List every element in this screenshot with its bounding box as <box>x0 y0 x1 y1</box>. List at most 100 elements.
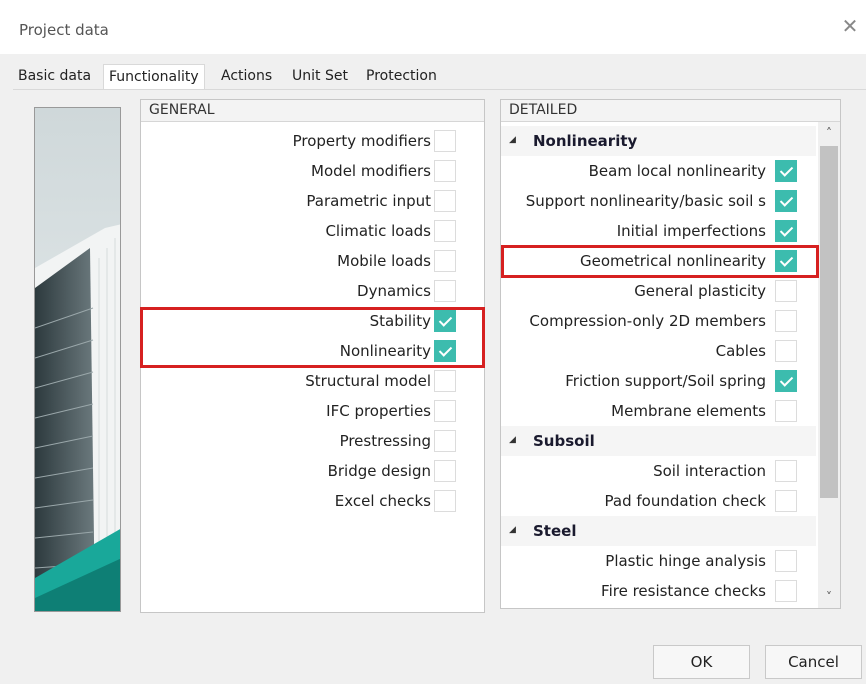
general-item-dynamics[interactable]: Dynamics <box>141 276 431 306</box>
general-item-bridge-design[interactable]: Bridge design <box>141 456 431 486</box>
checkbox-dynamics[interactable] <box>434 280 456 302</box>
detailed-item-membrane-elements[interactable]: Membrane elements <box>501 396 766 426</box>
scroll-thumb[interactable] <box>820 146 838 498</box>
checkbox-soil-interaction[interactable] <box>775 460 797 482</box>
detailed-scrollbar[interactable]: ˄ ˅ <box>818 122 840 608</box>
scroll-up-icon[interactable]: ˄ <box>818 122 840 144</box>
item-label: Parametric input <box>306 192 431 210</box>
item-label: Model modifiers <box>311 162 431 180</box>
item-label: Excel checks <box>334 492 431 510</box>
item-label: Bridge design <box>327 462 431 480</box>
tab-actions[interactable]: Actions <box>216 64 277 90</box>
item-label: Membrane elements <box>611 402 766 420</box>
general-item-excel-checks[interactable]: Excel checks <box>141 486 431 516</box>
detailed-item-soil-interaction[interactable]: Soil interaction <box>501 456 766 486</box>
item-label: Fire resistance checks <box>601 582 766 600</box>
checkbox-prestressing[interactable] <box>434 430 456 452</box>
general-item-property-modifiers[interactable]: Property modifiers <box>141 126 431 156</box>
group-steel[interactable]: ◢ Steel <box>501 516 816 546</box>
general-item-model-modifiers[interactable]: Model modifiers <box>141 156 431 186</box>
checkbox-mobile-loads[interactable] <box>434 250 456 272</box>
checkbox-ifc-properties[interactable] <box>434 400 456 422</box>
scroll-down-icon[interactable]: ˅ <box>818 586 840 608</box>
checkbox-support-nonlinearity[interactable] <box>775 190 797 212</box>
highlight-stability-nonlinearity <box>140 307 485 368</box>
detailed-panel: DETAILED ◢ Nonlinearity Beam local nonli… <box>500 99 841 609</box>
checkbox-structural-model[interactable] <box>434 370 456 392</box>
item-label: Soil interaction <box>653 462 766 480</box>
item-label: General plasticity <box>634 282 766 300</box>
general-item-climatic-loads[interactable]: Climatic loads <box>141 216 431 246</box>
general-item-mobile-loads[interactable]: Mobile loads <box>141 246 431 276</box>
item-label: Property modifiers <box>292 132 431 150</box>
general-header: GENERAL <box>141 100 484 122</box>
item-label: Pad foundation check <box>604 492 766 510</box>
detailed-item-friction-support[interactable]: Friction support/Soil spring <box>501 366 766 396</box>
item-label: Prestressing <box>339 432 431 450</box>
tab-basic-data[interactable]: Basic data <box>13 64 96 90</box>
highlight-geometrical-nonlinearity <box>501 245 819 278</box>
group-title: Nonlinearity <box>533 132 638 150</box>
group-subsoil[interactable]: ◢ Subsoil <box>501 426 816 456</box>
item-label: Friction support/Soil spring <box>565 372 766 390</box>
detailed-item-compression-only-2d[interactable]: Compression-only 2D members <box>501 306 766 336</box>
checkbox-general-plasticity[interactable] <box>775 280 797 302</box>
general-item-structural-model[interactable]: Structural model <box>141 366 431 396</box>
detailed-header: DETAILED <box>501 100 840 122</box>
tab-functionality[interactable]: Functionality <box>103 64 205 90</box>
tab-unit-set[interactable]: Unit Set <box>287 64 353 90</box>
collapse-arrow-icon[interactable]: ◢ <box>509 525 516 535</box>
group-title: Steel <box>533 522 577 540</box>
close-icon[interactable]: ✕ <box>838 14 862 38</box>
building-image <box>34 107 121 612</box>
checkbox-compression-only-2d[interactable] <box>775 310 797 332</box>
project-data-dialog: Project data ✕ Basic data Functionality … <box>0 0 866 684</box>
checkbox-friction-support[interactable] <box>775 370 797 392</box>
cancel-button[interactable]: Cancel <box>765 645 862 679</box>
item-label: IFC properties <box>326 402 431 420</box>
checkbox-fire-resistance-checks[interactable] <box>775 580 797 602</box>
item-label: Compression-only 2D members <box>529 312 766 330</box>
tab-protection[interactable]: Protection <box>361 64 442 90</box>
collapse-arrow-icon[interactable]: ◢ <box>509 435 516 445</box>
general-item-prestressing[interactable]: Prestressing <box>141 426 431 456</box>
detailed-item-cables[interactable]: Cables <box>501 336 766 366</box>
item-label: Climatic loads <box>325 222 431 240</box>
checkbox-model-modifiers[interactable] <box>434 160 456 182</box>
checkbox-property-modifiers[interactable] <box>434 130 456 152</box>
window-title: Project data <box>19 21 109 39</box>
ok-button[interactable]: OK <box>653 645 750 679</box>
checkbox-beam-local-nonlinearity[interactable] <box>775 160 797 182</box>
item-label: Mobile loads <box>337 252 431 270</box>
item-label: Dynamics <box>357 282 431 300</box>
detailed-item-initial-imperfections[interactable]: Initial imperfections <box>501 216 766 246</box>
checkbox-climatic-loads[interactable] <box>434 220 456 242</box>
item-label: Support nonlinearity/basic soil s <box>525 192 766 210</box>
detailed-item-beam-local-nonlinearity[interactable]: Beam local nonlinearity <box>501 156 766 186</box>
checkbox-pad-foundation-check[interactable] <box>775 490 797 512</box>
item-label: Plastic hinge analysis <box>605 552 766 570</box>
item-label: Cables <box>715 342 766 360</box>
title-bar: Project data ✕ <box>0 0 866 54</box>
checkbox-bridge-design[interactable] <box>434 460 456 482</box>
checkbox-excel-checks[interactable] <box>434 490 456 512</box>
detailed-item-plastic-hinge-analysis[interactable]: Plastic hinge analysis <box>501 546 766 576</box>
group-nonlinearity[interactable]: ◢ Nonlinearity <box>501 126 816 156</box>
checkbox-initial-imperfections[interactable] <box>775 220 797 242</box>
checkbox-membrane-elements[interactable] <box>775 400 797 422</box>
item-label: Structural model <box>305 372 431 390</box>
general-item-parametric-input[interactable]: Parametric input <box>141 186 431 216</box>
checkbox-plastic-hinge-analysis[interactable] <box>775 550 797 572</box>
detailed-item-general-plasticity[interactable]: General plasticity <box>501 276 766 306</box>
detailed-item-pad-foundation-check[interactable]: Pad foundation check <box>501 486 766 516</box>
general-item-ifc-properties[interactable]: IFC properties <box>141 396 431 426</box>
detailed-item-support-nonlinearity[interactable]: Support nonlinearity/basic soil s <box>501 186 766 216</box>
item-label: Beam local nonlinearity <box>588 162 766 180</box>
collapse-arrow-icon[interactable]: ◢ <box>509 135 516 145</box>
checkbox-parametric-input[interactable] <box>434 190 456 212</box>
checkbox-cables[interactable] <box>775 340 797 362</box>
detailed-item-fire-resistance-checks[interactable]: Fire resistance checks <box>501 576 766 606</box>
item-label: Initial imperfections <box>616 222 766 240</box>
functionality-pane: GENERAL Property modifiers Model modifie… <box>13 89 866 621</box>
group-title: Subsoil <box>533 432 595 450</box>
